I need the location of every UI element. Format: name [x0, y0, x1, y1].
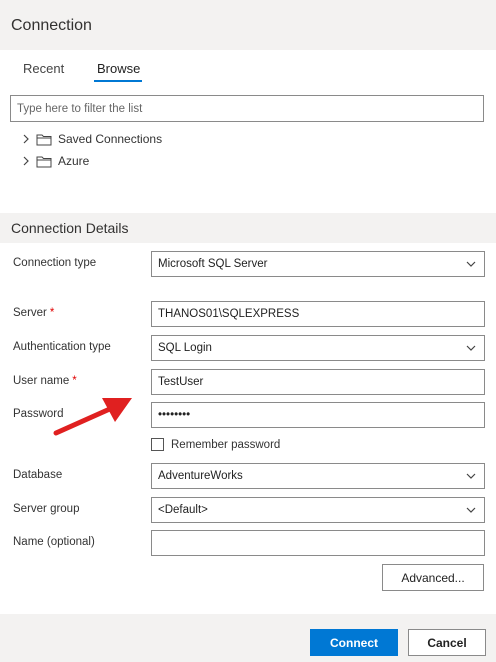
- filter-input[interactable]: [10, 95, 484, 122]
- password-value: ••••••••: [158, 409, 191, 421]
- server-group-label: Server group: [13, 503, 80, 515]
- database-value: AdventureWorks: [158, 470, 243, 482]
- chevron-down-icon: [458, 464, 484, 488]
- dialog-title: Connection: [11, 17, 92, 34]
- checkbox-box[interactable]: [151, 438, 164, 451]
- active-tab-indicator: [94, 80, 142, 82]
- password-label: Password: [13, 408, 64, 420]
- auth-type-value: SQL Login: [158, 342, 212, 354]
- auth-type-label: Authentication type: [13, 341, 111, 353]
- name-optional-input[interactable]: [151, 530, 485, 556]
- database-dropdown[interactable]: AdventureWorks: [151, 463, 485, 489]
- chevron-down-icon: [458, 336, 484, 360]
- auth-type-dropdown[interactable]: SQL Login: [151, 335, 485, 361]
- advanced-button[interactable]: Advanced...: [382, 564, 484, 591]
- server-group-value: <Default>: [158, 504, 208, 516]
- database-label: Database: [13, 469, 63, 481]
- user-name-label: User name *: [13, 375, 77, 387]
- user-name-input[interactable]: TestUser: [151, 369, 485, 395]
- tree-item-saved-connections[interactable]: Saved Connections: [20, 130, 162, 148]
- chevron-right-icon[interactable]: [20, 134, 32, 144]
- connection-type-label: Connection type: [13, 257, 97, 269]
- required-marker: *: [49, 307, 55, 319]
- server-input[interactable]: THANOS01\SQLEXPRESS: [151, 301, 485, 327]
- user-name-value: TestUser: [158, 376, 204, 388]
- server-label: Server *: [13, 307, 54, 319]
- tab-browse[interactable]: Browse: [97, 61, 140, 76]
- cancel-button[interactable]: Cancel: [408, 629, 486, 656]
- required-marker: *: [72, 375, 77, 387]
- chevron-down-icon: [458, 498, 484, 522]
- dialog-header: Connection: [0, 0, 496, 50]
- server-label-text: Server: [13, 307, 47, 319]
- folder-icon: [36, 133, 52, 146]
- connection-type-value: Microsoft SQL Server: [158, 258, 268, 270]
- connect-button[interactable]: Connect: [310, 629, 398, 656]
- connection-details-header: Connection Details: [0, 213, 496, 243]
- chevron-right-icon[interactable]: [20, 156, 32, 166]
- server-group-dropdown[interactable]: <Default>: [151, 497, 485, 523]
- tree-item-label: Azure: [58, 154, 90, 168]
- section-title: Connection Details: [11, 220, 129, 236]
- connection-type-dropdown[interactable]: Microsoft SQL Server: [151, 251, 485, 277]
- chevron-down-icon: [458, 252, 484, 276]
- server-value: THANOS01\SQLEXPRESS: [158, 308, 300, 320]
- tab-recent[interactable]: Recent: [23, 61, 64, 76]
- password-input[interactable]: ••••••••: [151, 402, 485, 428]
- remember-password-label: Remember password: [171, 438, 281, 451]
- remember-password-checkbox[interactable]: Remember password: [151, 438, 280, 451]
- tab-bar: Recent Browse: [0, 50, 496, 88]
- user-name-label-text: User name: [13, 375, 70, 387]
- name-optional-label: Name (optional): [13, 536, 95, 548]
- folder-icon: [36, 155, 52, 168]
- tree-item-label: Saved Connections: [58, 132, 163, 146]
- tree-item-azure[interactable]: Azure: [20, 152, 89, 170]
